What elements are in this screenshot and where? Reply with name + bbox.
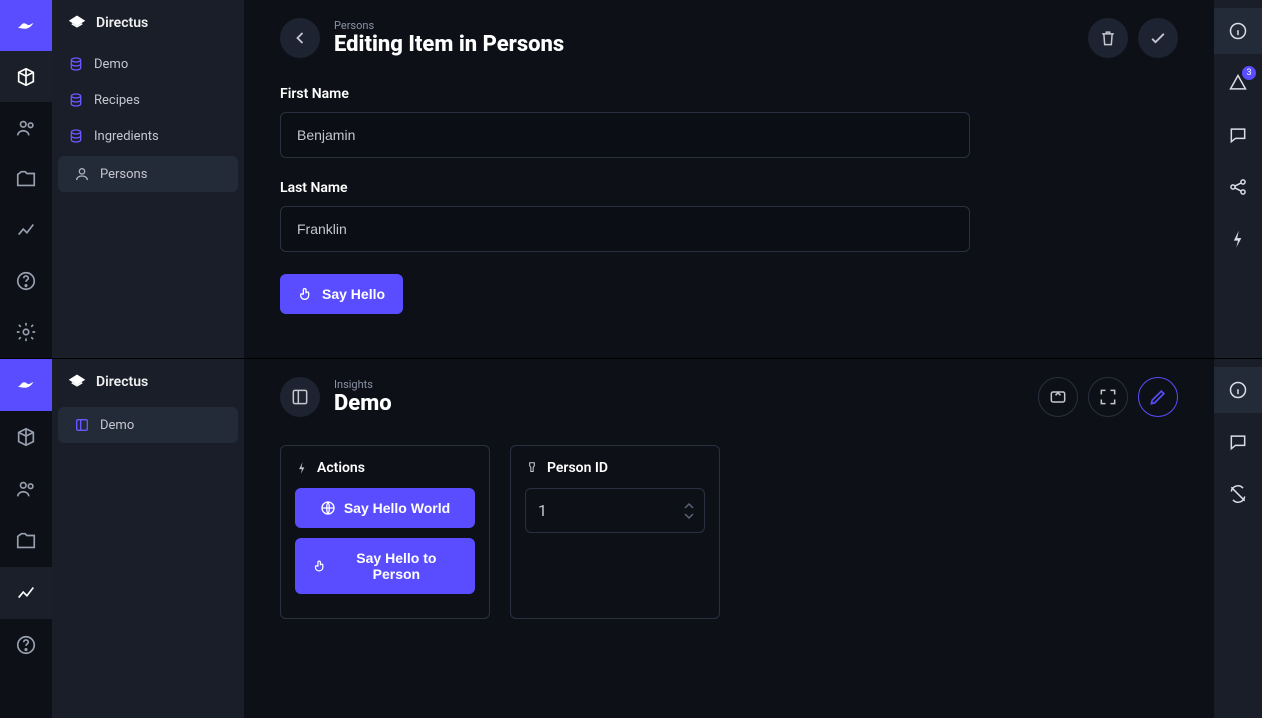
sidebar-item-label: Recipes [94,93,140,108]
person-id-value: 1 [538,501,547,520]
delete-button[interactable] [1088,18,1128,58]
say-hello-label: Say Hello [322,286,385,302]
brand-label: Directus [96,15,148,31]
actions-card-header: Actions [295,460,475,476]
sidebar-top: Directus Demo Recipes Ingredients Person… [52,0,244,358]
pane-editing: Directus Demo Recipes Ingredients Person… [0,0,1262,359]
comments-panel-icon[interactable] [1214,419,1262,465]
info-panel-icon[interactable] [1214,8,1262,54]
sidebar-item-demo[interactable]: Demo [52,46,244,82]
sidebar-item-recipes[interactable]: Recipes [52,82,244,118]
revisions-badge: 3 [1242,66,1256,80]
info-panel-icon[interactable] [1214,367,1262,413]
btn-label: Say Hello to Person [336,550,457,582]
revisions-panel-icon[interactable]: 3 [1214,60,1262,106]
last-name-input[interactable] [280,206,970,252]
left-icon-rail-top [0,0,52,358]
fullscreen-button[interactable] [1088,377,1128,417]
brand-label: Directus [96,374,148,390]
sidebar-bottom: Directus Demo [52,359,244,718]
main-top: Persons Editing Item in Persons First Na… [244,0,1214,358]
help-icon[interactable] [0,619,52,671]
say-hello-person-button[interactable]: Say Hello to Person [295,538,475,594]
sidebar-item-label: Demo [100,418,134,433]
last-name-label: Last Name [280,180,1178,196]
say-hello-world-button[interactable]: Say Hello World [295,488,475,528]
brand-logo-icon[interactable] [0,359,52,411]
chevron-up-icon[interactable] [684,502,694,510]
page-title: Demo [334,391,392,416]
insights-module-icon[interactable] [0,205,52,256]
breadcrumb[interactable]: Insights [334,378,392,391]
person-id-stepper[interactable]: 1 [525,488,705,533]
sidebar-item-label: Demo [94,57,128,72]
back-button[interactable] [280,18,320,58]
dashboard-icon[interactable] [280,377,320,417]
pane-insights: Directus Demo Insights Demo [0,359,1262,718]
sidebar-item-persons[interactable]: Persons [58,156,238,192]
insights-module-icon[interactable] [0,567,52,619]
actions-title: Actions [317,460,365,476]
settings-icon[interactable] [0,307,52,358]
users-module-icon[interactable] [0,102,52,153]
main-bottom: Insights Demo [244,359,1214,718]
sidebar-title-top: Directus [52,0,244,46]
comments-panel-icon[interactable] [1214,112,1262,158]
content-module-icon[interactable] [0,411,52,463]
say-hello-button[interactable]: Say Hello [280,274,403,314]
edit-button[interactable] [1138,377,1178,417]
btn-label: Say Hello World [344,500,450,516]
share-panel-icon[interactable] [1214,164,1262,210]
person-id-card: Person ID 1 [510,445,720,619]
left-icon-rail-bottom [0,359,52,718]
sidebar-title-bottom: Directus [52,359,244,405]
flows-panel-icon[interactable] [1214,216,1262,262]
first-name-input[interactable] [280,112,970,158]
page-title: Editing Item in Persons [334,32,564,57]
person-id-title: Person ID [547,460,608,476]
right-rail-top: 3 [1214,0,1262,358]
sidebar-item-label: Persons [100,167,147,182]
content-module-icon[interactable] [0,51,52,102]
files-module-icon[interactable] [0,515,52,567]
right-rail-bottom [1214,359,1262,718]
sidebar-item-ingredients[interactable]: Ingredients [52,118,244,154]
breadcrumb[interactable]: Persons [334,19,564,32]
users-module-icon[interactable] [0,463,52,515]
export-button[interactable] [1038,377,1078,417]
first-name-label: First Name [280,86,1178,102]
save-button[interactable] [1138,18,1178,58]
sidebar-item-label: Ingredients [94,129,159,144]
brand-logo-icon[interactable] [0,0,52,51]
files-module-icon[interactable] [0,153,52,204]
sidebar-item-demo-bottom[interactable]: Demo [58,407,238,443]
help-icon[interactable] [0,256,52,307]
chevron-down-icon[interactable] [684,512,694,520]
sync-off-icon[interactable] [1214,471,1262,517]
person-id-card-header: Person ID [525,460,705,476]
actions-card: Actions Say Hello World Say Hello to Per… [280,445,490,619]
